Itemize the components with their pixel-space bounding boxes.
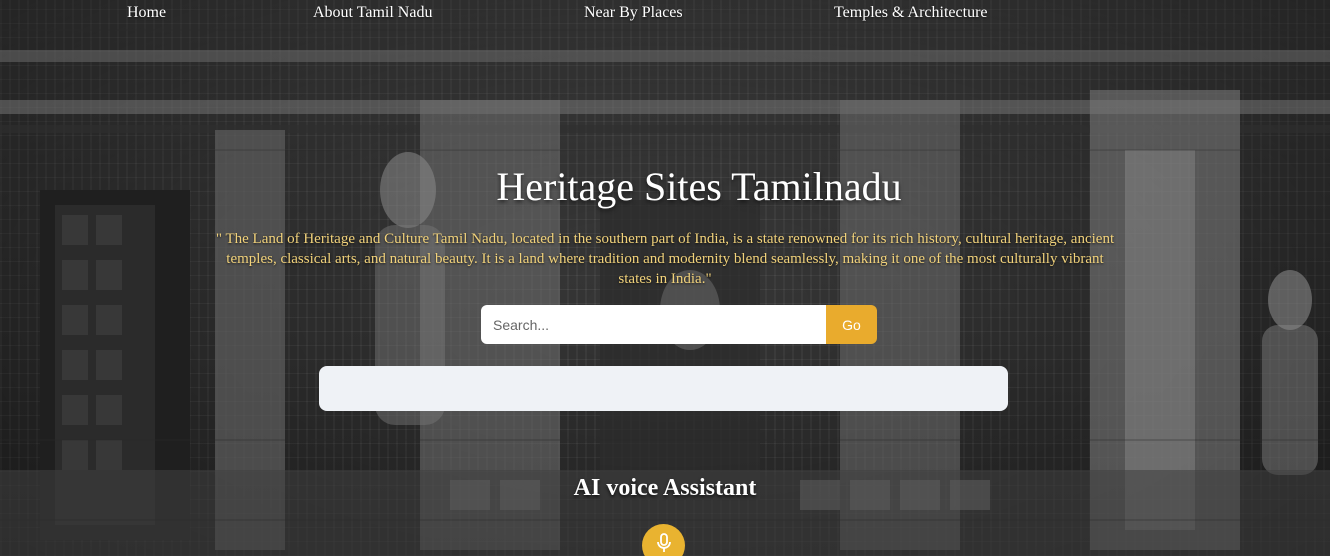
search-form: Go bbox=[481, 305, 877, 344]
nav-temples-architecture-link[interactable]: Temples & Architecture bbox=[834, 4, 988, 22]
microphone-icon bbox=[655, 533, 673, 556]
nav-home-link[interactable]: Home bbox=[127, 4, 166, 22]
page-title: Heritage Sites Tamilnadu bbox=[496, 164, 902, 209]
search-input[interactable] bbox=[481, 305, 826, 344]
hero-description: " The Land of Heritage and Culture Tamil… bbox=[215, 231, 1115, 287]
voice-assistant-title: AI voice Assistant bbox=[573, 475, 757, 501]
search-results-box bbox=[319, 366, 1008, 411]
search-go-button[interactable]: Go bbox=[826, 305, 877, 344]
top-navigation: Home About Tamil Nadu Near By Places Tem… bbox=[0, 0, 1330, 26]
nav-near-by-places-link[interactable]: Near By Places bbox=[584, 4, 683, 22]
nav-about-tamil-nadu-link[interactable]: About Tamil Nadu bbox=[313, 4, 432, 22]
